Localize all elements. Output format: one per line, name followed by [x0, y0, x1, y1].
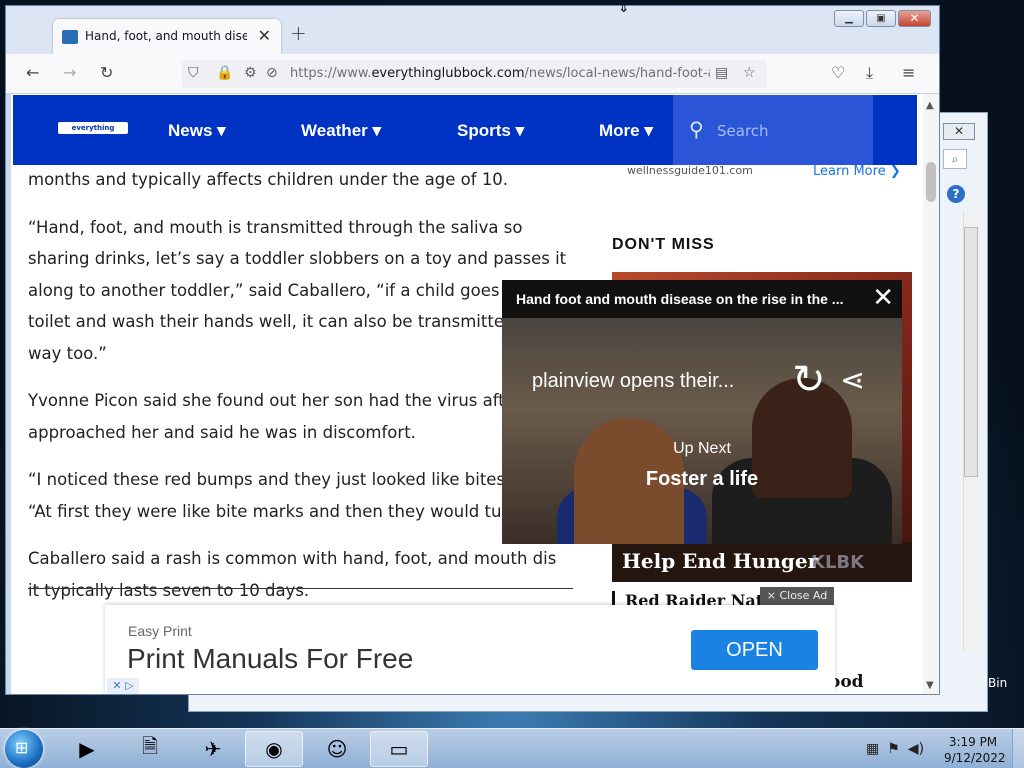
- web-page: everything lubbock News ▾ Weather ▾ Spor…: [11, 94, 924, 694]
- bottom-ad-banner[interactable]: Easy Print Print Manuals For Free OPEN: [105, 605, 835, 694]
- discord-taskbar-icon[interactable]: ☺: [308, 731, 366, 767]
- site-favicon-icon: [62, 30, 78, 44]
- reload-icon[interactable]: ↻: [100, 63, 113, 82]
- nav-news[interactable]: News ▾: [168, 121, 226, 141]
- floating-video-player[interactable]: Hand foot and mouth disease on the rise …: [502, 280, 902, 544]
- active-tab[interactable]: Hand, foot, and mouth disease ✕: [53, 19, 281, 55]
- action-center-flag-icon[interactable]: ⚑: [887, 741, 900, 757]
- taskbar: ⊞ ▶ 🗎 ✈ ◉ ☺ ▭ ▦ ⚑ ◀) 3:19 PM 9/12/2022: [0, 728, 1024, 768]
- window-controls: ▁ ▣ ✕: [834, 10, 931, 28]
- article-paragraph: “I noticed these red bumps and they just…: [28, 470, 558, 521]
- up-next-label: Up Next: [673, 440, 731, 457]
- sponsor-domain[interactable]: wellnessguide101.com: [627, 164, 753, 177]
- ad-advertiser: Easy Print: [128, 623, 192, 639]
- search-placeholder[interactable]: Search: [717, 122, 769, 140]
- url-text[interactable]: https://www.everythinglubbock.com/news/l…: [290, 66, 710, 81]
- back-arrow-icon[interactable]: ←: [26, 63, 39, 82]
- scroll-down-icon[interactable]: ▼: [926, 680, 934, 691]
- notepad-app-icon[interactable]: 🗎: [121, 731, 179, 767]
- network-icon[interactable]: ▦: [866, 741, 879, 757]
- nav-weather[interactable]: Weather ▾: [301, 121, 381, 141]
- video-close-icon[interactable]: ✕: [872, 285, 894, 311]
- bookmark-star-icon[interactable]: ☆: [743, 65, 756, 81]
- recycle-bin-label[interactable]: Bin: [988, 676, 1007, 690]
- explorer-taskbar-icon[interactable]: ▭: [370, 731, 428, 767]
- article-paragraph: months and typically affects children un…: [28, 170, 509, 189]
- clock-date: 9/12/2022: [944, 751, 1006, 765]
- minimize-button[interactable]: ▁: [834, 10, 864, 27]
- tab-close-icon[interactable]: ✕: [258, 26, 271, 45]
- show-desktop-button[interactable]: [1012, 729, 1024, 768]
- tab-bar: Hand, foot, and mouth disease ✕ + ▁ ▣ ✕: [6, 6, 939, 55]
- pocket-icon[interactable]: ♡: [831, 63, 845, 82]
- clock-time: 3:19 PM: [948, 735, 998, 749]
- article-paragraph: Yvonne Picon said she found out her son …: [28, 391, 548, 442]
- game-app-icon[interactable]: ✈: [184, 731, 242, 767]
- close-window-button[interactable]: ✕: [898, 10, 931, 27]
- nav-sports[interactable]: Sports ▾: [457, 121, 524, 141]
- start-button[interactable]: ⊞: [5, 730, 43, 768]
- help-icon[interactable]: ?: [947, 185, 965, 203]
- video-frame[interactable]: plainview opens their... ↻ ⋖ Up Next Fos…: [502, 318, 902, 544]
- system-tray: ▦ ⚑ ◀): [866, 741, 924, 757]
- article-paragraph: Caballero said a rash is common with han…: [28, 549, 557, 600]
- article-divider: [28, 588, 573, 589]
- scrollbar-thumb[interactable]: [926, 162, 936, 202]
- page-scrollbar[interactable]: ▲ ▼: [923, 94, 939, 694]
- media-player-icon[interactable]: ▶: [58, 731, 116, 767]
- tracking-shield-icon[interactable]: ⛉: [188, 65, 199, 81]
- ad-choices-icon[interactable]: ✕ ▷: [107, 678, 139, 694]
- clock[interactable]: 3:19 PM 9/12/2022: [944, 734, 1006, 766]
- site-navigation: everything lubbock News ▾ Weather ▾ Spor…: [13, 95, 917, 165]
- article-paragraph: “Hand, foot, and mouth is transmitted th…: [28, 217, 567, 363]
- video-header: Hand foot and mouth disease on the rise …: [502, 280, 902, 318]
- learn-more-link[interactable]: Learn More ❯: [813, 164, 901, 179]
- nav-more[interactable]: More ▾: [599, 121, 653, 141]
- replay-icon[interactable]: ↻: [792, 360, 826, 400]
- menu-icon[interactable]: ≡: [902, 63, 915, 82]
- volume-icon[interactable]: ◀): [908, 741, 924, 757]
- mouse-cursor-icon: ⇕: [618, 0, 630, 16]
- station-watermark: KLBK: [811, 552, 865, 573]
- site-search[interactable]: ⚲ Search: [673, 95, 873, 165]
- related-video-title[interactable]: plainview opens their...: [532, 370, 734, 393]
- ad-headline[interactable]: Print Manuals For Free: [127, 643, 413, 675]
- ad-open-button[interactable]: OPEN: [691, 630, 818, 670]
- up-next-title[interactable]: Foster a life: [502, 468, 902, 491]
- new-tab-button[interactable]: +: [290, 21, 307, 45]
- address-bar[interactable]: ⛉ 🔒 ⚙ ⊘ https://www.everythinglubbock.co…: [182, 60, 767, 88]
- site-logo[interactable]: everything lubbock: [58, 122, 128, 144]
- video-title: Hand foot and mouth disease on the rise …: [516, 291, 844, 307]
- permissions-icon[interactable]: ⚙: [244, 65, 257, 81]
- reader-view-icon[interactable]: ▤: [715, 65, 728, 81]
- background-window-close-button[interactable]: ✕: [943, 123, 975, 140]
- article-body: months and typically affects children un…: [28, 164, 568, 622]
- dont-miss-caption[interactable]: Help End Hunger: [622, 549, 818, 573]
- background-search-icon[interactable]: ⌕: [943, 149, 967, 169]
- blocked-media-icon[interactable]: ⊘: [266, 65, 278, 81]
- windows-logo-icon: ⊞: [15, 738, 29, 757]
- scroll-up-icon[interactable]: ▲: [926, 100, 934, 111]
- lock-icon[interactable]: 🔒: [216, 65, 233, 81]
- forward-arrow-icon[interactable]: →: [63, 63, 76, 82]
- downloads-icon[interactable]: ⤓: [866, 63, 873, 83]
- search-icon[interactable]: ⚲: [689, 117, 704, 141]
- dont-miss-heading: DON'T MISS: [612, 236, 715, 253]
- firefox-window: Hand, foot, and mouth disease ✕ + ▁ ▣ ✕ …: [5, 5, 940, 695]
- background-scrollbar-thumb[interactable]: [964, 227, 978, 477]
- share-icon[interactable]: ⋖: [840, 366, 865, 396]
- tab-title: Hand, foot, and mouth disease: [85, 29, 247, 43]
- navigation-toolbar: ← → ↻ ⛉ 🔒 ⚙ ⊘ https://www.everythinglubb…: [6, 54, 939, 94]
- maximize-button[interactable]: ▣: [866, 10, 896, 27]
- firefox-taskbar-icon[interactable]: ◉: [245, 731, 303, 767]
- close-ad-button[interactable]: × Close Ad: [760, 587, 834, 605]
